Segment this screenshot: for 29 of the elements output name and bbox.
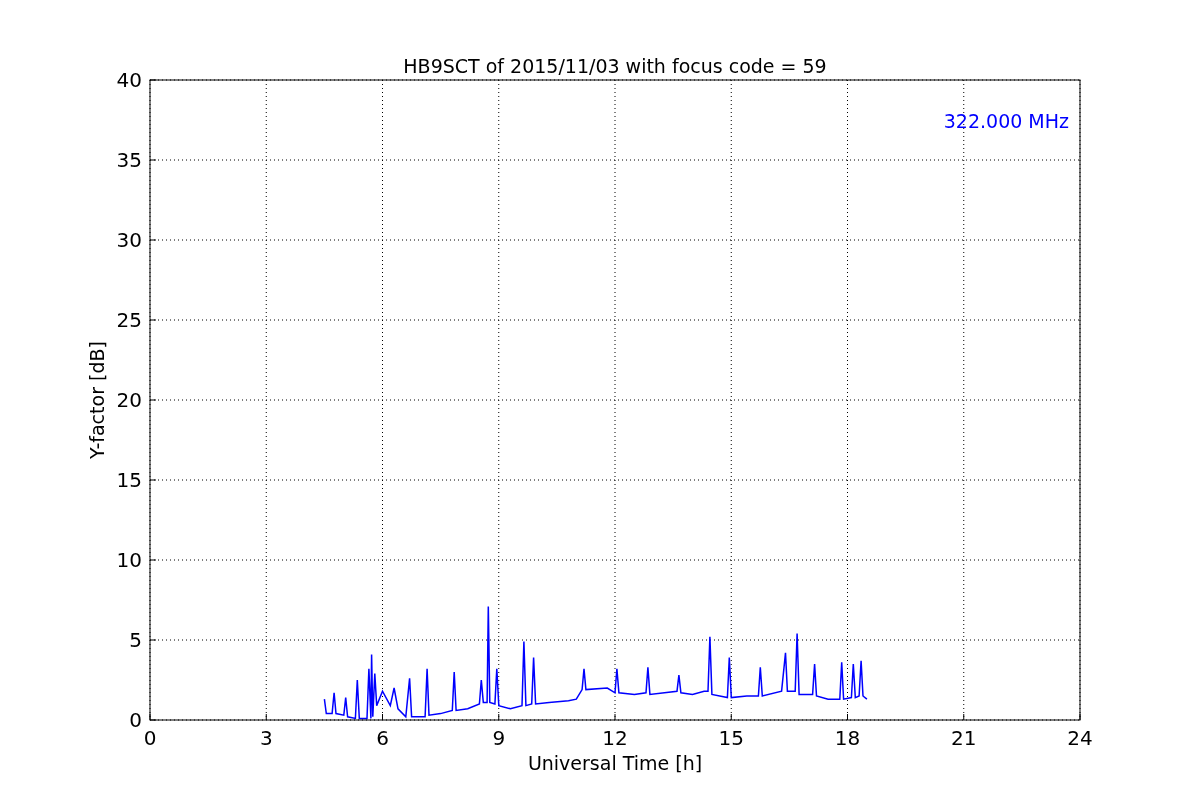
x-tick-label: 24 [1067,726,1093,750]
y-tick-label: 15 [116,468,142,492]
x-tick-label: 18 [834,726,861,750]
y-tick-label: 10 [116,548,142,572]
x-tick-label: 15 [718,726,744,750]
y-axis-label: Y-factor [dB] [86,341,108,459]
tick-mark [149,479,157,481]
tick-mark [149,559,157,561]
y-tick-label: 25 [116,308,142,332]
frequency-annotation: 322.000 MHz [943,110,1069,132]
tick-mark [149,319,157,321]
x-tick-label: 6 [376,726,389,750]
x-tick-label: 21 [951,726,977,750]
x-tick-label: 9 [492,726,506,750]
x-axis-label: Universal Time [h] [527,752,703,774]
tick-mark [149,399,157,401]
x-tick-label: 12 [602,726,628,750]
y-tick-label: 40 [116,68,142,92]
y-tick-label: 0 [129,708,142,732]
y-tick-label: 5 [129,628,142,652]
tick-mark [149,639,157,641]
y-tick-label: 30 [116,228,142,252]
y-tick-label: 20 [116,388,142,412]
x-tick-label: 3 [259,726,273,750]
tick-mark [149,159,157,161]
x-tick-label: 0 [143,726,157,750]
tick-mark [149,239,157,241]
y-tick-label: 35 [116,148,142,172]
chart-title: HB9SCT of 2015/11/03 with focus code = 59 [403,55,827,77]
